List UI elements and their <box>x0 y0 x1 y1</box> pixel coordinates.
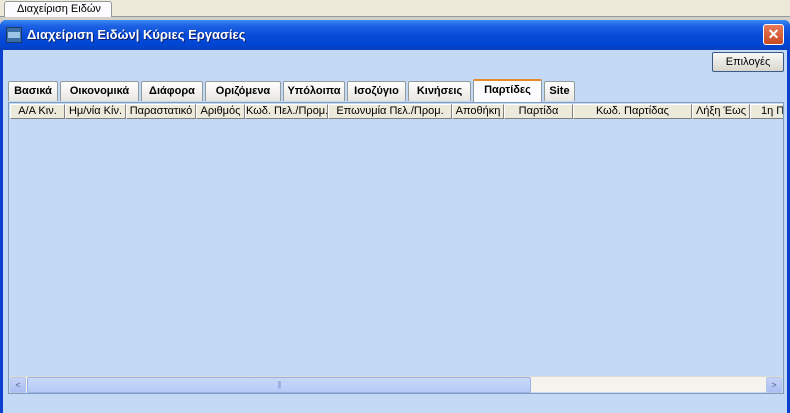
column-header[interactable]: Λήξη Έως <box>692 104 750 119</box>
tab-movements[interactable]: Κινήσεις <box>408 81 471 101</box>
window-client-area: Επιλογές Βασικά Οικονομικά Διάφορα Οριζό… <box>3 50 787 413</box>
tab-misc[interactable]: Διάφορα <box>141 81 203 101</box>
status-bar <box>3 405 787 413</box>
column-header[interactable]: Παρτίδα <box>504 104 573 119</box>
batches-grid[interactable]: Α/Α Κιν. Ημ/νία Κίν. Παραστατικό Αριθμός… <box>8 102 784 394</box>
grid-header-row: Α/Α Κιν. Ημ/νία Κίν. Παραστατικό Αριθμός… <box>10 104 783 119</box>
window: Διαχείριση Ειδών| Κύριες Εργασίες ✕ Επιλ… <box>0 20 790 413</box>
options-button[interactable]: Επιλογές <box>712 52 784 72</box>
scrollbar-thumb[interactable]: ||| <box>27 377 531 393</box>
column-header[interactable]: Ημ/νία Κίν. <box>65 104 126 119</box>
column-header[interactable]: Επωνυμία Πελ./Προμ. <box>328 104 452 119</box>
window-title: Διαχείριση Ειδών| Κύριες Εργασίες <box>27 27 246 42</box>
document-tabstrip: Διαχείριση Ειδών <box>0 0 790 17</box>
tab-basic[interactable]: Βασικά <box>8 81 58 101</box>
column-header[interactable]: Α/Α Κιν. <box>10 104 65 119</box>
column-header[interactable]: 1η Π <box>750 104 783 119</box>
close-button[interactable]: ✕ <box>763 24 784 45</box>
tab-defined[interactable]: Οριζόμενα <box>205 81 281 101</box>
tab-financial[interactable]: Οικονομικά <box>60 81 139 101</box>
title-bar[interactable]: Διαχείριση Ειδών| Κύριες Εργασίες ✕ <box>0 20 790 50</box>
column-header[interactable]: Αριθμός <box>196 104 245 119</box>
document-tab-items[interactable]: Διαχείριση Ειδών <box>4 1 112 17</box>
column-header[interactable]: Παραστατικό <box>126 104 196 119</box>
column-header[interactable]: Αποθήκη <box>452 104 504 119</box>
tab-batches[interactable]: Παρτίδες <box>473 79 542 102</box>
scroll-right-arrow-icon[interactable]: > <box>766 377 782 393</box>
tab-site[interactable]: Site <box>544 81 575 101</box>
scroll-left-arrow-icon[interactable]: < <box>10 377 26 393</box>
tab-balances[interactable]: Υπόλοιπα <box>283 81 345 101</box>
column-header[interactable]: Κωδ. Πελ./Προμ. <box>245 104 328 119</box>
column-header[interactable]: Κωδ. Παρτίδας <box>573 104 692 119</box>
horizontal-scrollbar[interactable]: < ||| > <box>10 376 782 393</box>
tab-trial-balance[interactable]: Ισοζύγιο <box>347 81 406 101</box>
app-icon <box>6 27 22 43</box>
